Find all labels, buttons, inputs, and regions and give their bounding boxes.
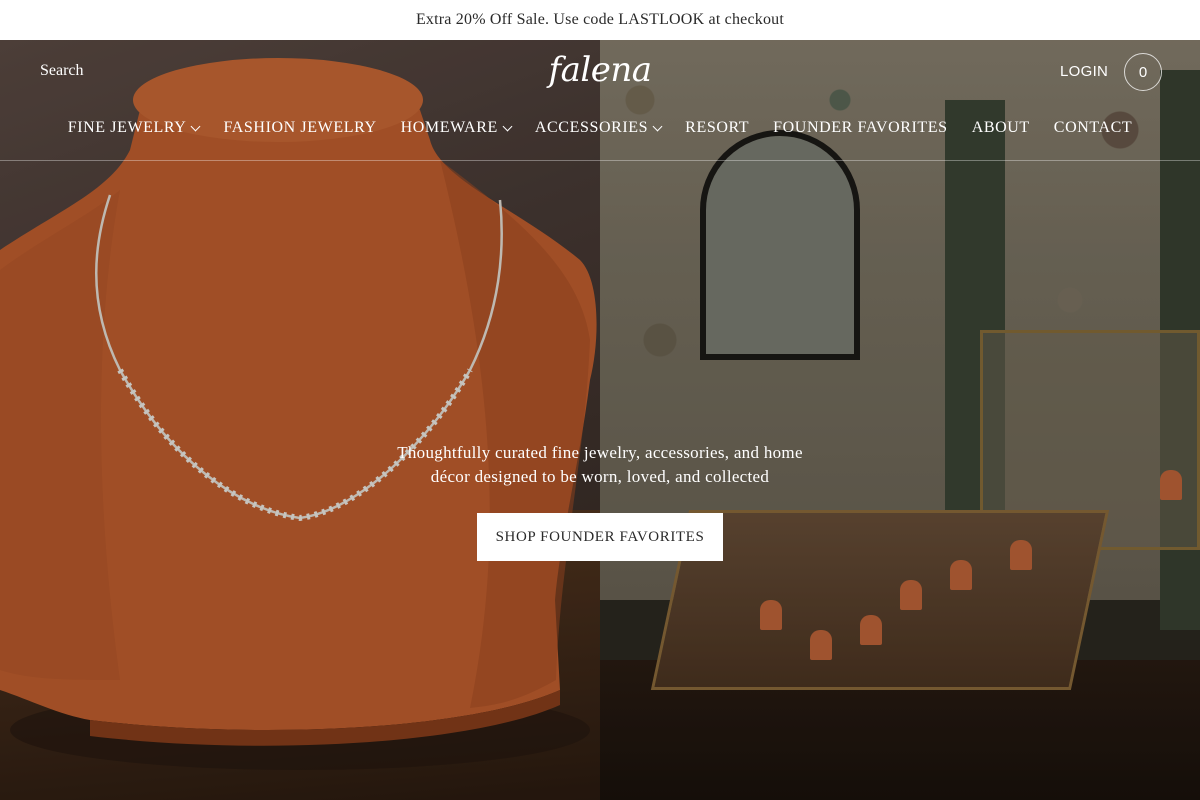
nav-item-fashion-jewelry[interactable]: FASHION JEWELRY bbox=[223, 116, 376, 140]
announcement-text: Extra 20% Off Sale. Use code LASTLOOK at… bbox=[415, 11, 785, 28]
nav-label: CONTACT bbox=[1053, 119, 1133, 136]
chevron-down-icon bbox=[502, 121, 513, 131]
main-navigation: FINE JEWELRY FASHION JEWELRY HOMEWARE AC… bbox=[0, 116, 1200, 140]
nav-label: FINE JEWELRY bbox=[67, 119, 187, 136]
announcement-bar: Extra 20% Off Sale. Use code LASTLOOK at… bbox=[0, 0, 1200, 40]
hero-tagline-line-2: décor designed to be worn, loved, and co… bbox=[430, 467, 770, 486]
chevron-down-icon bbox=[191, 121, 201, 131]
hero-banner bbox=[0, 40, 1200, 800]
shop-founder-favorites-button[interactable]: SHOP FOUNDER FAVORITES bbox=[477, 513, 723, 561]
chevron-down-icon bbox=[652, 121, 663, 131]
hero-tagline-line-1: Thoughtfully curated fine jewelry, acces… bbox=[397, 443, 803, 462]
brand-logo[interactable]: falena bbox=[0, 50, 1200, 90]
nav-item-homeware[interactable]: HOMEWARE bbox=[400, 116, 513, 140]
nav-item-fine-jewelry[interactable]: FINE JEWELRY bbox=[67, 116, 201, 140]
nav-label: RESORT bbox=[685, 119, 750, 136]
nav-item-resort[interactable]: RESORT bbox=[685, 116, 749, 140]
cart-count: 0 bbox=[1138, 63, 1148, 81]
nav-label: ABOUT bbox=[971, 119, 1030, 136]
nav-label: FOUNDER FAVORITES bbox=[773, 119, 948, 136]
nav-item-about[interactable]: ABOUT bbox=[972, 116, 1030, 140]
header-divider bbox=[0, 160, 1200, 161]
login-link[interactable]: LOGIN bbox=[1060, 63, 1108, 80]
nav-label: FASHION JEWELRY bbox=[223, 119, 377, 136]
nav-item-accessories[interactable]: ACCESSORIES bbox=[534, 116, 663, 140]
nav-label: HOMEWARE bbox=[400, 119, 498, 136]
nav-item-founder-favorites[interactable]: FOUNDER FAVORITES bbox=[773, 116, 948, 140]
cart-button[interactable]: 0 bbox=[1124, 53, 1162, 91]
hero-tagline: Thoughtfully curated fine jewelry, acces… bbox=[350, 441, 850, 489]
nav-item-contact[interactable]: CONTACT bbox=[1054, 116, 1132, 140]
nav-label: ACCESSORIES bbox=[534, 119, 649, 136]
